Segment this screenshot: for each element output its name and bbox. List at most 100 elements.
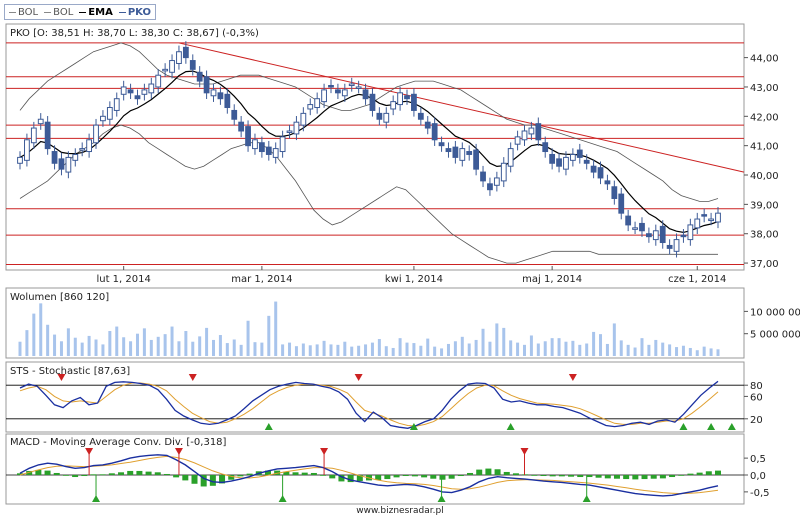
volume-bar: [564, 341, 568, 356]
volume-bar: [516, 342, 520, 356]
volume-bar: [612, 323, 616, 356]
volume-panel-label: Wolumen [860 120]: [10, 292, 109, 303]
macd-histogram-bar: [613, 475, 620, 479]
volume-bar: [239, 344, 243, 356]
volume-bar: [654, 339, 658, 356]
macd-histogram-bar: [549, 475, 556, 477]
macd-histogram-bar: [118, 472, 125, 475]
y-tick-label: 0,0: [750, 471, 766, 482]
volume-bar: [73, 337, 77, 356]
candle-body: [487, 183, 493, 191]
volume-bar: [156, 336, 160, 356]
macd-histogram-bar: [485, 468, 492, 475]
candle-body: [362, 89, 369, 100]
volume-bar: [149, 339, 153, 356]
macd-histogram-bar: [586, 475, 593, 478]
candle-body: [127, 89, 134, 94]
volume-bar: [281, 344, 285, 356]
candle-body: [687, 224, 694, 241]
volume-bar: [702, 346, 706, 356]
volume-bar: [253, 342, 257, 356]
volume-bar: [668, 344, 672, 356]
macd-histogram-bar: [503, 471, 510, 475]
volume-bar: [198, 336, 202, 356]
x-tick-label: cze 1, 2014: [668, 274, 726, 285]
volume-bar: [426, 338, 430, 356]
candle-body: [58, 158, 65, 170]
volume-bar: [578, 344, 582, 356]
macd-histogram-bar: [705, 471, 712, 475]
macd-histogram-bar: [310, 472, 317, 475]
macd-histogram-bar: [421, 475, 428, 478]
y-tick-label: 43,00: [750, 83, 779, 94]
candle-body: [120, 86, 127, 95]
volume-bar: [543, 341, 547, 356]
candle-body: [148, 83, 155, 94]
candle-body: [162, 68, 169, 72]
volume-bar: [163, 334, 167, 356]
candle-body: [632, 227, 638, 230]
candle-body: [569, 153, 576, 161]
macd-histogram-bar: [411, 475, 418, 477]
y-tick-label: 60: [750, 392, 763, 403]
volume-bar: [709, 348, 713, 356]
candle-body: [86, 139, 93, 153]
volume-bar: [87, 335, 91, 356]
macd-histogram-bar: [522, 474, 529, 476]
candle-body: [113, 98, 120, 111]
candle-body: [639, 222, 645, 232]
macd-histogram-bar: [136, 470, 143, 475]
volume-bar: [557, 338, 561, 356]
macd-histogram-bar: [558, 475, 565, 477]
candle-body: [44, 121, 51, 150]
volume-bar: [80, 342, 84, 356]
candle-body: [563, 156, 569, 170]
candle-body: [417, 112, 424, 120]
candle-body: [335, 89, 341, 94]
macd-histogram-bar: [237, 475, 244, 477]
volume-bar: [377, 339, 381, 356]
price-panel-label: PKO [O: 38,51 H: 38,70 L: 38,30 C: 38,67…: [10, 28, 259, 39]
volume-bar: [495, 323, 499, 356]
candle-body: [293, 121, 300, 135]
macd-histogram-bar: [659, 475, 666, 479]
volume-bar: [170, 326, 174, 356]
candle-body: [618, 193, 625, 214]
candle-body: [604, 180, 611, 185]
macd-histogram-bar: [467, 472, 474, 475]
volume-bar: [336, 344, 340, 356]
volume-bar: [391, 347, 395, 356]
y-tick-label: 5 000 000: [750, 330, 800, 341]
volume-bar: [453, 341, 457, 356]
candle-body: [611, 186, 618, 199]
candle-body: [376, 112, 383, 120]
candle-body: [279, 136, 286, 153]
macd-histogram-bar: [715, 470, 721, 475]
candle-body: [182, 46, 189, 59]
volume-bar: [122, 337, 126, 356]
volume-bar: [405, 342, 409, 356]
candle-body: [37, 118, 44, 125]
candle-body: [355, 86, 362, 89]
y-tick-label: 80: [750, 381, 763, 392]
macd-histogram-bar: [62, 475, 69, 476]
candle-body: [100, 115, 106, 122]
candle-body: [701, 214, 708, 217]
volume-bar: [536, 343, 540, 356]
volume-bar: [343, 341, 347, 356]
volume-bar: [619, 340, 623, 356]
volume-bar: [357, 345, 361, 356]
candle-body: [176, 51, 182, 64]
volume-bar: [647, 344, 651, 356]
macd-histogram-bar: [696, 472, 703, 475]
candle-body: [245, 126, 251, 147]
candle-body: [625, 215, 632, 226]
macd-histogram-bar: [568, 475, 575, 477]
volume-bar: [474, 339, 478, 356]
macd-histogram-bar: [53, 472, 60, 475]
volume-bar: [32, 313, 36, 356]
volume-bar: [46, 324, 50, 356]
volume-bar: [446, 343, 450, 356]
macd-histogram-bar: [623, 475, 630, 480]
volume-bar: [550, 338, 554, 356]
